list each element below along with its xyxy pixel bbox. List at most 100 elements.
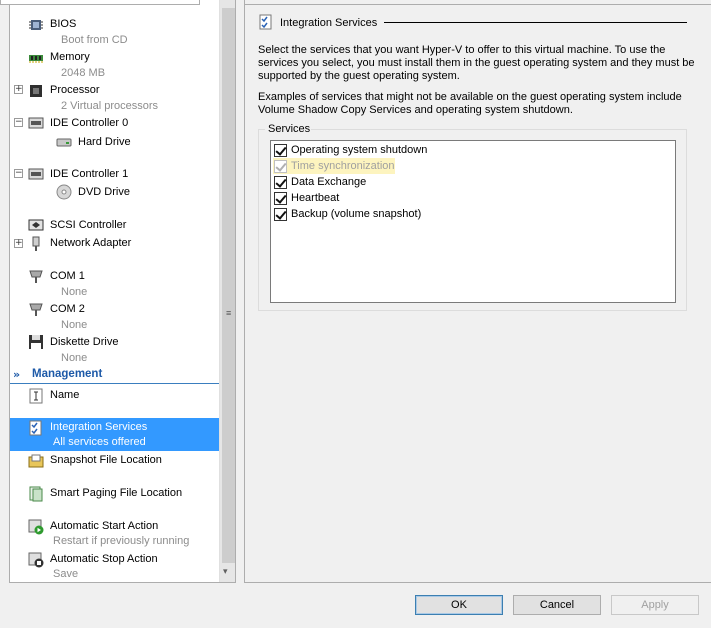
tree-item-integration-services[interactable]: Integration Services All services offere… bbox=[10, 418, 219, 451]
tree-top-edge bbox=[0, 0, 200, 5]
tree-item-detail: None bbox=[61, 352, 88, 364]
services-groupbox: Services Operating system shutdown Time … bbox=[258, 123, 687, 311]
cancel-button[interactable]: Cancel bbox=[513, 595, 601, 615]
service-label: Data Exchange bbox=[291, 176, 367, 188]
title-divider bbox=[384, 22, 687, 23]
hardware-tree-panel: BIOS Boot from CD Memory 2048 MB + Proce… bbox=[9, 0, 236, 583]
collapse-section-icon[interactable]: » bbox=[13, 368, 20, 381]
tree-item-com-2[interactable]: COM 2 None bbox=[10, 298, 219, 331]
collapse-toggle[interactable]: − bbox=[14, 169, 23, 178]
panel-title-label: Integration Services bbox=[280, 17, 378, 29]
tree-item-hard-drive[interactable]: Hard Drive bbox=[10, 131, 219, 158]
tree-item-processor[interactable]: + Processor 2 Virtual processors bbox=[10, 80, 219, 113]
paging-file-icon bbox=[28, 486, 44, 502]
service-time-synchronization[interactable]: Time synchronization bbox=[273, 158, 395, 174]
services-label: Services bbox=[267, 123, 312, 135]
tree-item-name[interactable]: Name bbox=[10, 385, 219, 418]
tree-item-label: Automatic Stop Action bbox=[50, 553, 158, 565]
description-text: Select the services that you want Hyper-… bbox=[258, 44, 695, 82]
service-data-exchange[interactable]: Data Exchange bbox=[273, 174, 398, 190]
tree-item-detail: Save bbox=[53, 568, 79, 580]
integration-services-icon bbox=[28, 420, 44, 436]
tree-item-detail: All services offered bbox=[53, 436, 146, 448]
groupbox-edge bbox=[259, 129, 265, 130]
service-operating-system-shutdown[interactable]: Operating system shutdown bbox=[273, 142, 427, 158]
tree-item-label: Name bbox=[50, 389, 80, 401]
service-label: Heartbeat bbox=[291, 192, 340, 204]
tree-item-scsi-controller[interactable]: SCSI Controller bbox=[10, 214, 219, 234]
tree-item-automatic-stop-action[interactable]: Automatic Stop Action Save bbox=[10, 550, 219, 582]
section-header-label: Management bbox=[32, 368, 103, 380]
tree-item-detail: Restart if previously running bbox=[53, 535, 190, 547]
tree-item-diskette-drive[interactable]: Diskette Drive None bbox=[10, 331, 219, 365]
management-section-header[interactable]: » Management bbox=[10, 367, 219, 384]
tree-item-network-adapter[interactable]: + Network Adapter bbox=[10, 233, 219, 253]
tree-item-label: SCSI Controller bbox=[50, 219, 127, 231]
expand-toggle[interactable]: + bbox=[14, 85, 23, 94]
tree-item-label: Memory bbox=[50, 51, 90, 63]
tree-item-label: Network Adapter bbox=[50, 237, 132, 249]
ide-controller-icon bbox=[28, 166, 44, 182]
service-backup[interactable]: Backup (volume snapshot) bbox=[273, 206, 421, 222]
tree-item-label: COM 2 bbox=[50, 303, 85, 315]
examples-text: Examples of services that might not be a… bbox=[258, 91, 682, 116]
tree-item-label: BIOS bbox=[50, 18, 77, 30]
memory-icon bbox=[28, 50, 44, 66]
checkbox[interactable] bbox=[274, 144, 287, 157]
tree-item-memory[interactable]: Memory 2048 MB bbox=[10, 47, 219, 80]
tree-item-automatic-start-action[interactable]: Automatic Start Action Restart if previo… bbox=[10, 517, 219, 550]
hardware-tree: BIOS Boot from CD Memory 2048 MB + Proce… bbox=[10, 0, 219, 582]
ide-controller-icon bbox=[28, 115, 44, 131]
groupbox-edge bbox=[311, 129, 687, 130]
tree-item-label: Integration Services bbox=[50, 421, 148, 433]
checkbox[interactable] bbox=[274, 208, 287, 221]
grip-icon: ≡ bbox=[226, 308, 232, 318]
tree-item-dvd-drive[interactable]: DVD Drive bbox=[10, 181, 219, 211]
scroll-down-arrow-icon[interactable]: ▾ bbox=[223, 567, 228, 577]
bios-chip-icon bbox=[28, 17, 44, 33]
tree-item-label: COM 1 bbox=[50, 270, 85, 282]
scrollbar-thumb[interactable]: ≡ bbox=[222, 8, 235, 563]
expand-toggle[interactable]: + bbox=[14, 239, 23, 248]
tree-item-label: Processor bbox=[50, 84, 100, 96]
tree-item-label: IDE Controller 1 bbox=[50, 168, 129, 180]
network-adapter-icon bbox=[28, 236, 44, 252]
tree-item-com-1[interactable]: COM 1 None bbox=[10, 265, 219, 298]
snapshot-folder-icon bbox=[28, 453, 44, 469]
tree-item-label: Smart Paging File Location bbox=[50, 487, 183, 499]
name-icon bbox=[28, 388, 44, 404]
services-checklist: Operating system shutdown Time synchroni… bbox=[270, 140, 676, 303]
apply-button[interactable]: Apply bbox=[611, 595, 699, 615]
stop-action-icon bbox=[28, 552, 44, 568]
tree-item-smart-paging-file-location[interactable]: Smart Paging File Location bbox=[10, 484, 219, 517]
tree-item-bios[interactable]: BIOS Boot from CD bbox=[10, 14, 219, 47]
service-label: Operating system shutdown bbox=[291, 144, 428, 156]
tree-item-ide-controller-0[interactable]: − IDE Controller 0 bbox=[10, 113, 219, 131]
service-label: Time synchronization bbox=[291, 160, 395, 172]
tree-item-label: Automatic Start Action bbox=[50, 520, 159, 532]
diskette-icon bbox=[28, 334, 44, 350]
ok-button[interactable]: OK bbox=[415, 595, 503, 615]
com-port-icon bbox=[28, 301, 44, 317]
scsi-controller-icon bbox=[28, 217, 44, 233]
tree-item-detail: None bbox=[61, 319, 88, 331]
processor-icon bbox=[28, 83, 44, 99]
tree-scrollbar[interactable]: ≡ ▾ bbox=[219, 0, 235, 582]
tree-item-label: Snapshot File Location bbox=[50, 454, 162, 466]
tree-item-snapshot-file-location[interactable]: Snapshot File Location bbox=[10, 451, 219, 484]
checkbox[interactable] bbox=[274, 160, 287, 173]
checkbox[interactable] bbox=[274, 176, 287, 189]
collapse-toggle[interactable]: − bbox=[14, 118, 23, 127]
tree-item-detail: Boot from CD bbox=[61, 34, 128, 46]
tree-item-detail: None bbox=[61, 286, 88, 298]
tree-item-detail: 2048 MB bbox=[61, 67, 106, 79]
tree-item-label: IDE Controller 0 bbox=[50, 117, 129, 129]
tree-item-ide-controller-1[interactable]: − IDE Controller 1 bbox=[10, 163, 219, 181]
tree-item-label: DVD Drive bbox=[78, 186, 130, 198]
panel-top-edge bbox=[245, 0, 711, 5]
checkbox[interactable] bbox=[274, 192, 287, 205]
dvd-drive-icon bbox=[56, 184, 72, 200]
settings-panel: Integration Services Select the services… bbox=[244, 0, 711, 583]
hard-drive-icon bbox=[56, 134, 72, 150]
service-heartbeat[interactable]: Heartbeat bbox=[273, 190, 398, 206]
